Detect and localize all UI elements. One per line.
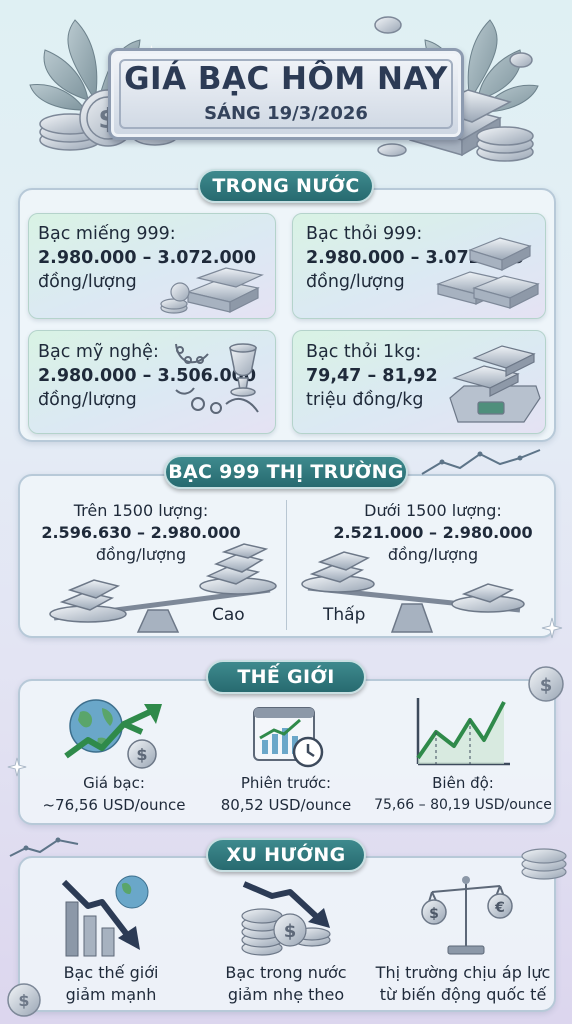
silver-scale-icon	[449, 345, 541, 423]
coin-icon	[509, 52, 533, 68]
trend-item-line1: Bạc trong nước	[225, 963, 347, 982]
market-section-label: BẠC 999 THỊ TRƯỜNG	[164, 455, 408, 489]
domestic-section-label: TRONG NƯỚC	[198, 169, 374, 203]
coins-down-arrow-icon: $	[241, 881, 331, 956]
trend-item-line2: giảm mạnh	[65, 985, 157, 1004]
card-price: 79,47 – 81,92	[306, 366, 438, 386]
world-item-range: Biên độ: 75,66 – 80,19 USD/ounce	[368, 772, 558, 816]
market-right-price: 2.521.000 – 2.980.000	[333, 523, 533, 542]
silver-jewelry-icon	[175, 343, 259, 414]
world-item-value: 80,52 USD/ounce	[220, 796, 352, 814]
silver-ingots-icon	[436, 237, 540, 309]
coins-stack-icon	[521, 848, 567, 880]
market-left-tag: Cao	[212, 605, 245, 625]
svg-text:$: $	[284, 921, 297, 942]
trend-item-line2: giảm nhẹ theo	[227, 985, 345, 1004]
trend-line-icon	[421, 449, 541, 475]
coin-icon: $	[7, 983, 41, 1017]
sparkle-icon	[7, 757, 27, 777]
trend-item-line2: từ biến động quốc tế	[379, 985, 547, 1004]
page-subtitle: SÁNG 19/3/2026	[204, 103, 368, 124]
world-item-label: Biên độ:	[432, 774, 494, 792]
coin-icon: $	[528, 666, 564, 702]
market-left-condition: Trên 1500 lượng:	[73, 501, 209, 520]
market-divider	[286, 500, 287, 630]
world-item-price: Giá bạc: ~76,56 USD/ounce	[34, 772, 194, 816]
line-chart-icon	[416, 698, 510, 766]
world-item-value: 75,66 – 80,19 USD/ounce	[374, 797, 552, 813]
trend-item-line1: Bạc thế giới	[63, 963, 159, 982]
svg-text:$: $	[18, 991, 29, 1010]
card-title: Bạc miếng 999:	[38, 224, 176, 244]
svg-text:€: €	[494, 900, 505, 916]
market-right-condition: Dưới 1500 lượng:	[364, 501, 502, 520]
card-unit: triệu đồng/kg	[306, 390, 424, 410]
trend-item-line1: Thị trường chịu áp lực	[375, 963, 551, 982]
card-bac-thoi-1kg-text: Bạc thỏi 1kg: 79,47 – 81,92 triệu đồng/k…	[306, 340, 438, 412]
sparkle-icon	[541, 617, 563, 639]
svg-text:$: $	[136, 745, 147, 764]
falling-bar-chart-icon	[61, 875, 149, 957]
title-plaque: GIÁ BẠC HÔM NAY SÁNG 19/3/2026	[108, 48, 464, 140]
market-right-tag: Thấp	[323, 605, 366, 625]
currency-balance-icon: $ €	[421, 876, 513, 955]
page-title: GIÁ BẠC HÔM NAY	[124, 61, 448, 97]
globe-rising-arrow-icon: $	[64, 699, 162, 769]
calendar-chart-clock-icon	[253, 707, 324, 768]
trend-section-label: XU HƯỚNG	[206, 838, 366, 872]
coin-icon	[374, 16, 402, 34]
svg-text:$: $	[429, 906, 439, 922]
world-item-label: Phiên trước:	[240, 774, 332, 792]
trend-line-icon	[9, 837, 79, 857]
balance-scale-high-icon	[49, 543, 277, 633]
world-section-label: THẾ GIỚI	[206, 660, 366, 694]
svg-text:$: $	[540, 675, 553, 696]
trend-item-world: Bạc thế giới giảm mạnh	[36, 962, 186, 1006]
silver-bars-coins-icon	[160, 267, 264, 314]
world-item-label: Giá bạc:	[83, 774, 145, 792]
trend-item-domestic: Bạc trong nước giảm nhẹ theo	[210, 962, 362, 1006]
world-item-value: ~76,56 USD/ounce	[42, 796, 186, 814]
world-item-previous: Phiên trước: 80,52 USD/ounce	[206, 772, 366, 816]
trend-item-international: Thị trường chịu áp lực từ biến động quốc…	[370, 962, 556, 1006]
card-title: Bạc thỏi 1kg:	[306, 342, 422, 362]
